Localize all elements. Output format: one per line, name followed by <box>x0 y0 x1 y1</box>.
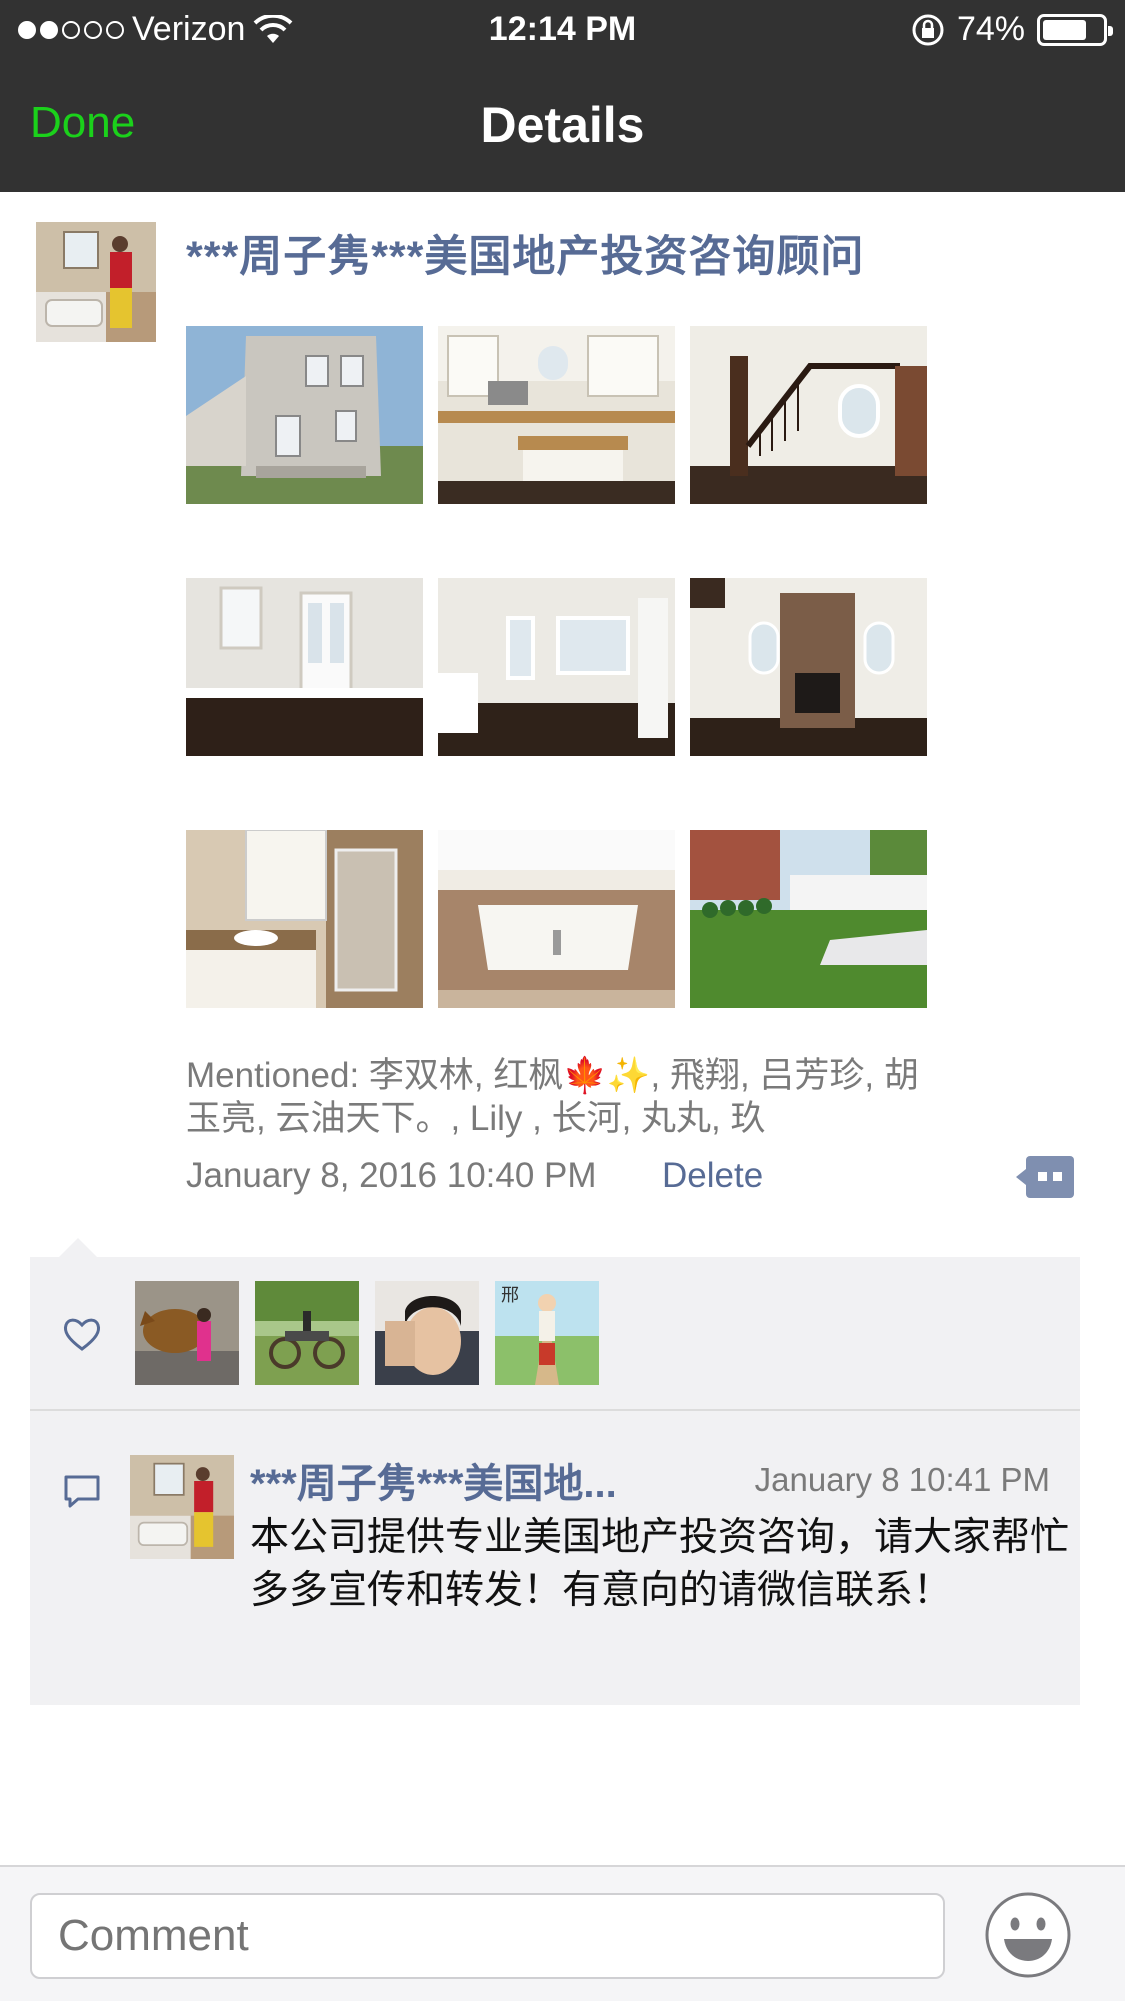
status-bar: Verizon 12:14 PM 74% <box>0 0 1125 60</box>
heart-icon <box>63 1318 101 1351</box>
delete-button[interactable]: Delete <box>662 1156 763 1196</box>
bathtub-photo[interactable] <box>438 830 675 1008</box>
rotation-lock-icon <box>912 14 944 45</box>
comment-timestamp: January 8 10:41 PM <box>754 1461 1050 1498</box>
comment-author-name[interactable]: ***周子隽***美国地... <box>250 1451 617 1509</box>
liker-avatar[interactable] <box>135 1281 239 1385</box>
backyard-lawn-photo[interactable] <box>690 830 927 1008</box>
room-doors-photo[interactable] <box>186 578 423 756</box>
comment-text[interactable]: 本公司提供专业美国地产投资咨询，请大家帮忙多多宣传和转发！有意向的请微信联系！ <box>250 1511 1070 1617</box>
staircase-photo[interactable] <box>690 326 927 504</box>
battery-percent: 74% <box>956 10 1025 48</box>
fireplace-photo[interactable] <box>690 578 927 756</box>
svg-text:邢: 邢 <box>501 1285 519 1306</box>
house-exterior-photo[interactable] <box>186 326 423 504</box>
post-timestamp: January 8, 2016 10:40 PM <box>186 1156 597 1195</box>
comment-bubble-icon <box>64 1475 100 1508</box>
bathroom-shower-photo[interactable] <box>186 830 423 1008</box>
status-right: 74% <box>911 10 1113 49</box>
liker-avatar[interactable] <box>375 1281 479 1385</box>
emoji-icon[interactable] <box>984 1891 1072 1979</box>
commenter-avatar[interactable] <box>130 1455 234 1559</box>
likes-row: 邢 <box>30 1257 1080 1411</box>
page-title: Details <box>480 97 645 153</box>
panel-arrow <box>58 1238 98 1258</box>
comment-input[interactable] <box>30 1893 945 1979</box>
liker-avatar[interactable]: 邢 <box>495 1281 599 1385</box>
kitchen-photo[interactable] <box>438 326 675 504</box>
mentioned-list: Mentioned: 李双林, 红枫🍁✨, 飛翔, 吕芳珍, 胡玉亮, 云油天下… <box>186 1056 919 1138</box>
battery-icon <box>1037 13 1113 46</box>
author-avatar[interactable] <box>36 222 156 342</box>
interaction-panel: 邢 ***周子隽***美国地... January 8 10:41 PM 本公司… <box>30 1257 1080 1705</box>
liker-avatar[interactable] <box>255 1281 359 1385</box>
post-author-name[interactable]: ***周子隽***美国地产投资咨询顾问 <box>186 222 864 284</box>
room-windows-photo[interactable] <box>438 578 675 756</box>
comment-menu-icon[interactable] <box>1016 1156 1074 1198</box>
comment-row: ***周子隽***美国地... January 8 10:41 PM 本公司提供… <box>30 1413 1080 1705</box>
navigation-bar: Done Details <box>0 60 1125 192</box>
comment-input-bar <box>0 1865 1125 2001</box>
